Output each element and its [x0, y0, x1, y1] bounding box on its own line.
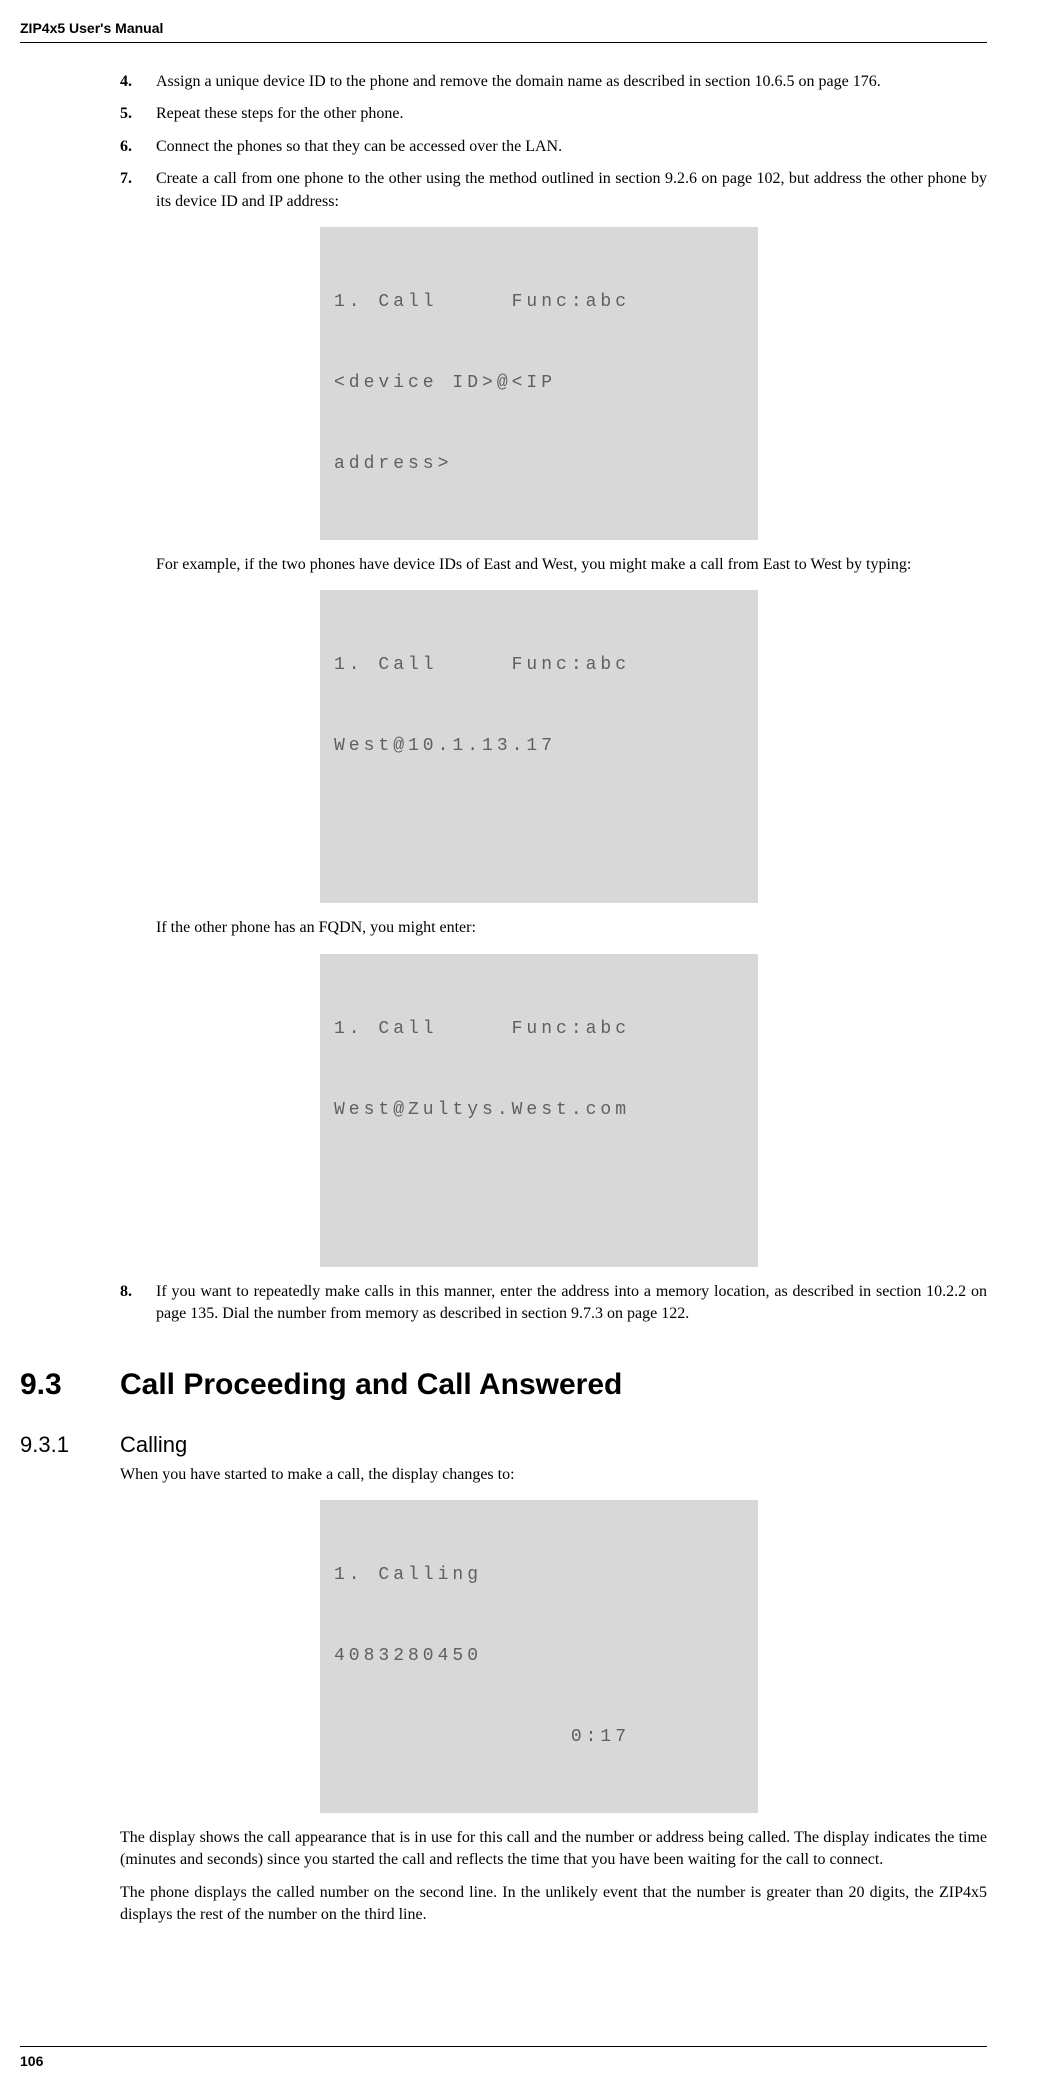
subsection-number: 9.3.1: [20, 1432, 120, 1458]
page-header: ZIP4x5 User's Manual: [20, 20, 987, 43]
lcd-line: 1. Call Func:abc: [334, 289, 744, 316]
paragraph: The display shows the call appearance th…: [120, 1827, 987, 1872]
lcd-line: West@Zultys.West.com: [334, 1097, 744, 1124]
lcd-display-4: 1. Calling 4083280450 0:17: [320, 1500, 758, 1813]
lcd-line: 1. Call Func:abc: [334, 1016, 744, 1043]
page-footer: 106: [20, 2046, 987, 2069]
section-title: Call Proceeding and Call Answered: [120, 1368, 622, 1402]
section-number: 9.3: [20, 1368, 120, 1402]
list-body: Connect the phones so that they can be a…: [156, 136, 987, 158]
lcd-display-3: 1. Call Func:abc West@Zultys.West.com: [320, 954, 758, 1267]
list-num: 6.: [120, 136, 156, 158]
lcd-display-2: 1. Call Func:abc West@10.1.13.17: [320, 590, 758, 903]
lcd-line: 1. Call Func:abc: [334, 652, 744, 679]
list-body: Repeat these steps for the other phone.: [156, 103, 987, 125]
list-num: 7.: [120, 168, 156, 213]
paragraph: If the other phone has an FQDN, you migh…: [156, 917, 987, 939]
subsection-heading-9-3-1: 9.3.1 Calling: [20, 1432, 987, 1458]
lcd-line: West@10.1.13.17: [334, 733, 744, 760]
main-content: 4. Assign a unique device ID to the phon…: [120, 71, 987, 1326]
list-item-4: 4. Assign a unique device ID to the phon…: [120, 71, 987, 93]
lcd-line: 4083280450: [334, 1643, 744, 1670]
lcd-line: [334, 814, 744, 841]
list-num: 8.: [120, 1281, 156, 1326]
lcd-line: address>: [334, 451, 744, 478]
list-body: Create a call from one phone to the othe…: [156, 168, 987, 213]
lcd-line: 1. Calling: [334, 1562, 744, 1589]
lcd-display-1: 1. Call Func:abc <device ID>@<IP address…: [320, 227, 758, 540]
paragraph: When you have started to make a call, th…: [120, 1464, 987, 1486]
list-body: If you want to repeatedly make calls in …: [156, 1281, 987, 1326]
paragraph: For example, if the two phones have devi…: [156, 554, 987, 576]
lcd-line: <device ID>@<IP: [334, 370, 744, 397]
list-item-8: 8. If you want to repeatedly make calls …: [120, 1281, 987, 1326]
subsection-title: Calling: [120, 1432, 187, 1458]
lcd-line: 0:17: [334, 1724, 744, 1751]
subsection-content: When you have started to make a call, th…: [120, 1464, 987, 1927]
list-body: Assign a unique device ID to the phone a…: [156, 71, 987, 93]
section-heading-9-3: 9.3 Call Proceeding and Call Answered: [20, 1368, 987, 1402]
list-item-7: 7. Create a call from one phone to the o…: [120, 168, 987, 213]
paragraph: The phone displays the called number on …: [120, 1882, 987, 1927]
list-item-5: 5. Repeat these steps for the other phon…: [120, 103, 987, 125]
lcd-line: [334, 1178, 744, 1205]
list-num: 4.: [120, 71, 156, 93]
list-item-6: 6. Connect the phones so that they can b…: [120, 136, 987, 158]
list-num: 5.: [120, 103, 156, 125]
